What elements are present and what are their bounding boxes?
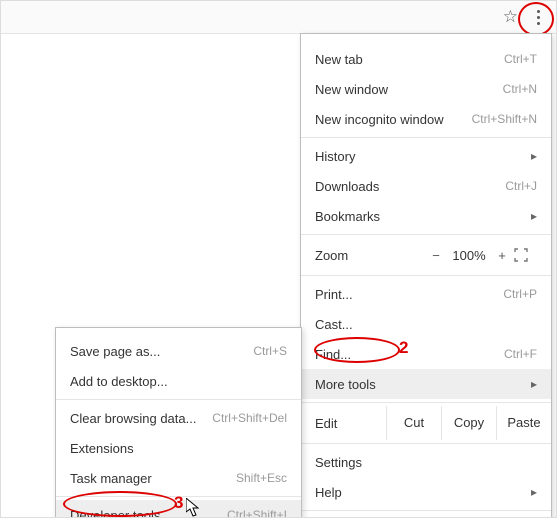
menu-item-cast[interactable]: Cast... xyxy=(301,309,551,339)
menu-item-task-manager[interactable]: Task managerShift+Esc xyxy=(56,463,301,493)
annotation-number-3: 3 xyxy=(174,493,183,513)
menu-item-help[interactable]: Help▸ xyxy=(301,477,551,507)
menu-item-bookmarks[interactable]: Bookmarks▸ xyxy=(301,201,551,231)
chevron-right-icon: ▸ xyxy=(531,377,537,391)
toolbar: ☆ xyxy=(1,1,556,34)
menu-item-add-desktop[interactable]: Add to desktop... xyxy=(56,366,301,396)
menu-item-edit: Edit Cut Copy Paste xyxy=(301,406,551,440)
copy-button[interactable]: Copy xyxy=(441,406,496,440)
zoom-out-button[interactable]: − xyxy=(425,248,447,263)
more-tools-submenu: Save page as...Ctrl+S Add to desktop... … xyxy=(55,327,302,518)
menu-item-save-page[interactable]: Save page as...Ctrl+S xyxy=(56,336,301,366)
menu-item-zoom: Zoom − 100% + xyxy=(301,238,551,272)
menu-item-exit[interactable]: ExitCtrl+Shift+Q xyxy=(301,514,551,518)
fullscreen-icon[interactable] xyxy=(513,247,537,263)
annotation-oval-3 xyxy=(63,491,177,517)
annotation-number-2: 2 xyxy=(399,338,408,358)
annotation-circle-1 xyxy=(518,2,554,36)
menu-item-incognito[interactable]: New incognito windowCtrl+Shift+N xyxy=(301,104,551,134)
chevron-right-icon: ▸ xyxy=(531,209,537,223)
menu-item-settings[interactable]: Settings xyxy=(301,447,551,477)
menu-item-clear-data[interactable]: Clear browsing data...Ctrl+Shift+Del xyxy=(56,403,301,433)
menu-item-downloads[interactable]: DownloadsCtrl+J xyxy=(301,171,551,201)
paste-button[interactable]: Paste xyxy=(496,406,551,440)
chevron-right-icon: ▸ xyxy=(531,149,537,163)
zoom-value: 100% xyxy=(447,248,491,263)
chevron-right-icon: ▸ xyxy=(531,485,537,499)
chrome-main-menu: New tabCtrl+T New windowCtrl+N New incog… xyxy=(300,33,552,518)
cut-button[interactable]: Cut xyxy=(386,406,441,440)
menu-item-new-window[interactable]: New windowCtrl+N xyxy=(301,74,551,104)
annotation-oval-2 xyxy=(314,337,400,363)
menu-item-new-tab[interactable]: New tabCtrl+T xyxy=(301,44,551,74)
menu-item-print[interactable]: Print...Ctrl+P xyxy=(301,279,551,309)
menu-item-more-tools[interactable]: More tools▸ xyxy=(301,369,551,399)
menu-item-history[interactable]: History▸ xyxy=(301,141,551,171)
star-icon[interactable]: ☆ xyxy=(503,7,518,27)
menu-item-extensions[interactable]: Extensions xyxy=(56,433,301,463)
zoom-in-button[interactable]: + xyxy=(491,248,513,263)
